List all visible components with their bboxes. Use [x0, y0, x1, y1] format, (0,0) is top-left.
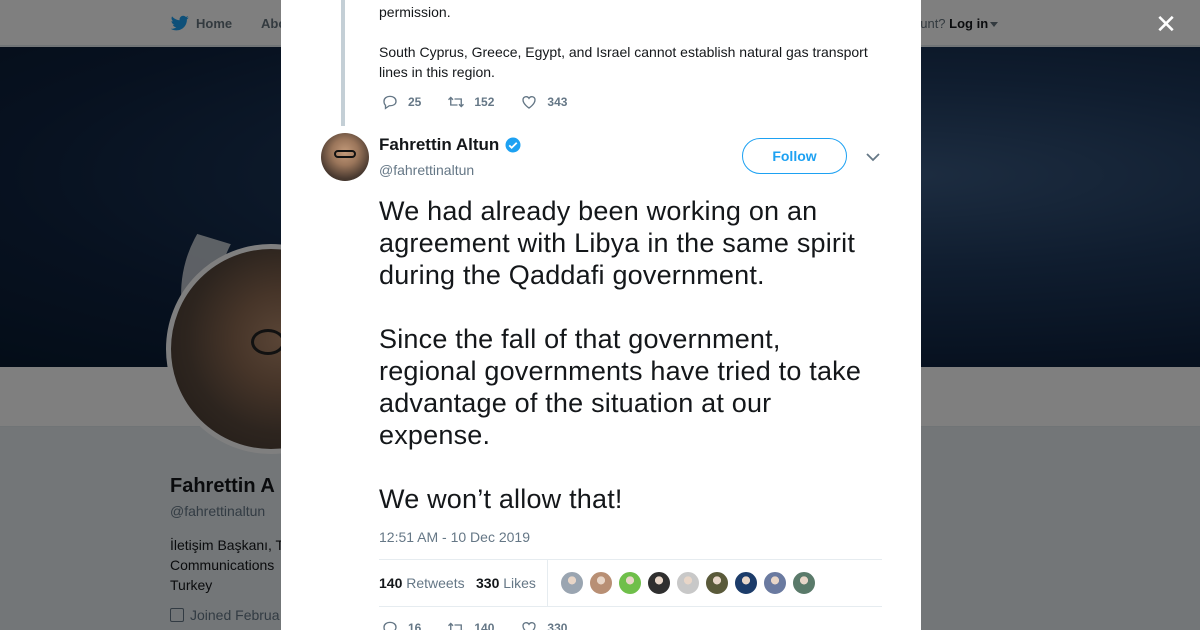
heart-icon — [522, 622, 537, 630]
liker-avatars — [560, 571, 816, 595]
liker-avatar[interactable] — [618, 571, 642, 595]
tweet-timestamp[interactable]: 12:51 AM - 10 Dec 2019 — [379, 529, 530, 545]
glasses-detail — [334, 150, 356, 158]
like-count: 343 — [547, 95, 568, 109]
previous-tweet-paragraph: South Cyprus, Greece, Egypt, and Israel … — [379, 44, 868, 80]
liker-avatar[interactable] — [560, 571, 584, 595]
follow-button[interactable]: Follow — [742, 138, 847, 174]
likes-stat-label: Likes — [503, 575, 536, 591]
tweet-actions: 16 140 330 — [381, 619, 593, 630]
tweet-paragraph: We had already been working on an agreem… — [379, 196, 856, 290]
liker-avatar[interactable] — [589, 571, 613, 595]
likes-stat[interactable]: 330 Likes — [476, 575, 536, 591]
stats-divider — [547, 560, 548, 607]
retweets-stat-label: Retweets — [406, 575, 465, 591]
retweet-count: 140 — [474, 621, 495, 630]
like-button[interactable]: 330 — [520, 619, 567, 630]
thread-connector — [341, 0, 345, 126]
retweets-stat-count: 140 — [379, 575, 403, 591]
author-handle[interactable]: @fahrettinaltun — [379, 162, 474, 178]
tweet-text: We had already been working on an agreem… — [379, 195, 884, 547]
author-name-row[interactable]: Fahrettin Altun — [379, 135, 522, 155]
tweet-modal: permission. South Cyprus, Greece, Egypt,… — [281, 0, 921, 630]
tweet-paragraph: We won’t allow that! — [379, 484, 623, 514]
liker-avatar[interactable] — [734, 571, 758, 595]
reply-button[interactable]: 16 — [381, 619, 421, 630]
liker-avatar[interactable] — [763, 571, 787, 595]
retweet-count: 152 — [474, 95, 495, 109]
like-button[interactable]: 343 — [520, 93, 567, 111]
reply-count: 25 — [408, 95, 422, 109]
previous-tweet-actions: 25 152 343 — [381, 93, 593, 111]
author-avatar[interactable] — [321, 133, 369, 181]
previous-tweet-paragraph: permission. — [379, 4, 451, 20]
chevron-down-icon[interactable] — [865, 150, 881, 164]
tweet-stats: 140 Retweets 330 Likes — [379, 559, 882, 607]
reply-icon — [383, 621, 397, 630]
verified-badge-icon — [505, 137, 521, 153]
liker-avatar[interactable] — [705, 571, 729, 595]
liker-avatar[interactable] — [792, 571, 816, 595]
like-count: 330 — [547, 621, 568, 630]
retweet-button[interactable]: 140 — [447, 619, 494, 630]
likes-stat-count: 330 — [476, 575, 500, 591]
reply-icon — [383, 95, 397, 110]
heart-icon — [522, 96, 537, 109]
previous-tweet-text: permission. South Cyprus, Greece, Egypt,… — [379, 2, 889, 102]
retweets-stat[interactable]: 140 Retweets — [379, 575, 465, 591]
author-name: Fahrettin Altun — [379, 135, 500, 154]
retweet-icon — [448, 622, 464, 630]
retweet-button[interactable]: 152 — [447, 93, 494, 111]
retweet-icon — [448, 96, 465, 108]
reply-count: 16 — [408, 621, 422, 630]
reply-button[interactable]: 25 — [381, 93, 421, 111]
liker-avatar[interactable] — [676, 571, 700, 595]
close-icon[interactable]: ✕ — [1155, 11, 1177, 37]
tweet-paragraph: Since the fall of that government, regio… — [379, 324, 862, 450]
liker-avatar[interactable] — [647, 571, 671, 595]
